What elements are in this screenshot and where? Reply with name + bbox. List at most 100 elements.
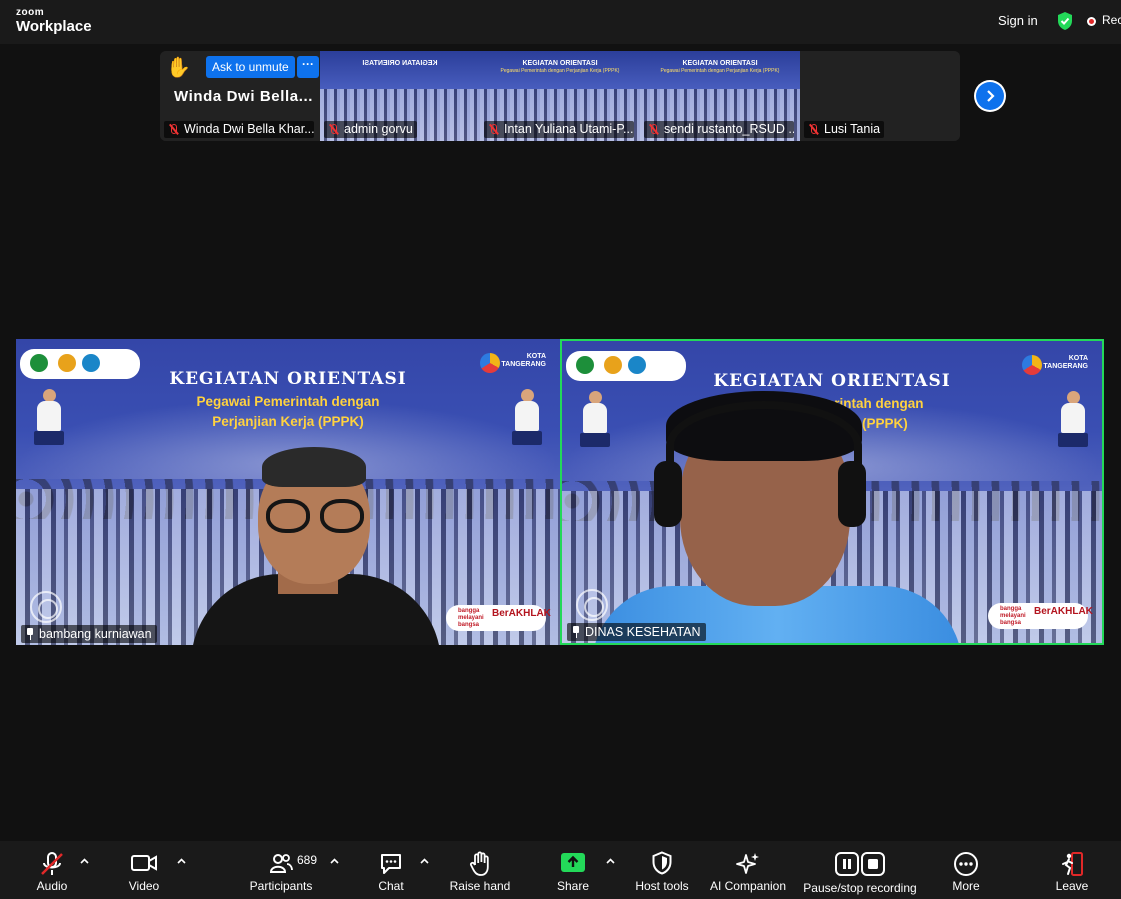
host-tools-shield-icon: [652, 851, 672, 875]
participant-name-label: admin gorvu: [324, 121, 417, 138]
participant-name: DINAS KESEHATAN: [585, 625, 701, 639]
participant-tile[interactable]: Lusi Tania: [800, 51, 960, 141]
sign-in-link[interactable]: Sign in: [998, 13, 1038, 28]
more-button[interactable]: More: [936, 841, 996, 899]
chevron-right-icon: [987, 90, 995, 102]
video-camera-icon: [131, 855, 157, 871]
ask-to-unmute-button[interactable]: Ask to unmute: [206, 56, 295, 78]
video-tile-dinas-kesehatan[interactable]: KOTATANGERANG KEGIATAN ORIENTASI Pegawai…: [560, 339, 1104, 645]
security-shield-icon[interactable]: [1056, 11, 1074, 31]
next-page-button[interactable]: [974, 80, 1006, 112]
chat-bubble-icon: [381, 854, 401, 874]
participant-name-label: sendi rustanto_RSUD ...: [644, 121, 794, 138]
raised-hand-icon: ✋: [166, 57, 191, 79]
participant-tile[interactable]: KEGIATAN ORIENTASI Pegawai Pemerintah de…: [480, 51, 640, 141]
chat-button[interactable]: Chat: [361, 841, 421, 899]
chat-label: Chat: [378, 879, 404, 893]
leave-button[interactable]: Leave: [1042, 841, 1102, 899]
glasses-left: [266, 499, 310, 533]
audio-label: Audio: [36, 879, 68, 893]
headset-ear-right: [838, 461, 866, 527]
host-tools-button[interactable]: Host tools: [628, 841, 696, 899]
official-portrait: [512, 387, 542, 449]
slide-subtitle-line1: Pegawai Pemerintah dengan: [196, 394, 380, 409]
participant-name: Intan Yuliana Utami-P...: [504, 122, 634, 136]
ring-logo-icon: [30, 591, 62, 623]
participant-name-label: Winda Dwi Bella Khar...: [164, 121, 314, 138]
slide-title: KEGIATAN ORIENTASI: [169, 369, 407, 389]
gallery-strip: ✋ Ask to unmute ··· Winda Dwi Bella... W…: [160, 51, 960, 141]
headset-ear-left: [654, 461, 682, 527]
participants-count: 689: [297, 853, 318, 867]
leave-exit-icon: [1062, 852, 1083, 876]
raise-hand-icon: [470, 851, 489, 876]
muted-mic-icon: [168, 124, 179, 135]
official-portrait: [34, 387, 64, 449]
berakhlak-badge: bangga melayani bangsa BerAKHLAK: [988, 603, 1093, 629]
video-button[interactable]: Video: [114, 841, 174, 899]
pin-icon: [25, 628, 35, 640]
mini-slide-title: KEGIATAN ORIENTASI: [522, 60, 598, 67]
pause-stop-recording-icon: [835, 852, 885, 876]
muted-mic-icon: [328, 124, 339, 135]
participant-name: Lusi Tania: [824, 122, 881, 136]
ai-sparkle-icon: [736, 853, 759, 874]
participants-options-caret-icon[interactable]: [330, 857, 339, 866]
share-options-caret-icon[interactable]: [606, 857, 615, 866]
zoom-workplace-logo: zoom Workplace: [16, 7, 92, 35]
muted-mic-icon: [808, 124, 819, 135]
speaker-layer: [562, 341, 1102, 643]
kota-line1: KOTA: [526, 353, 546, 360]
glasses-right: [320, 499, 364, 533]
participants-button[interactable]: Participants: [246, 841, 316, 899]
video-label: Video: [128, 879, 160, 893]
participant-name: sendi rustanto_RSUD ...: [664, 122, 794, 136]
participant-name-label: Lusi Tania: [804, 121, 885, 138]
ai-companion-label: AI Companion: [709, 879, 787, 893]
participant-tile[interactable]: KEGIATAN ORIENTASI admin gorvu: [320, 51, 480, 141]
mini-slide-subtitle: Pegawai Pemerintah dengan Perjanjian Ker…: [500, 68, 620, 74]
badge-small-text: bangga melayani bangsa: [458, 608, 484, 628]
slide-subtitle-line2: Perjanjian Kerja (PPPK): [212, 414, 364, 429]
raise-hand-button[interactable]: Raise hand: [444, 841, 516, 899]
leave-label: Leave: [1055, 879, 1089, 893]
headset-band: [666, 401, 862, 491]
participant-tile[interactable]: KEGIATAN ORIENTASI Pegawai Pemerintah de…: [640, 51, 800, 141]
participant-tile[interactable]: ✋ Ask to unmute ··· Winda Dwi Bella... W…: [160, 51, 320, 141]
featured-participant-name: Winda Dwi Bella...: [174, 88, 314, 105]
participant-name: bambang kurniawan: [39, 627, 152, 641]
share-button[interactable]: Share: [543, 841, 603, 899]
video-options-caret-icon[interactable]: [177, 857, 186, 866]
participants-icon: [269, 854, 293, 873]
kota-line2: TANGERANG: [501, 361, 546, 368]
badge-big-text: BerAKHLAK: [492, 608, 551, 619]
muted-microphone-icon: [41, 852, 63, 875]
more-ellipsis-icon: [954, 852, 978, 876]
recording-label: Pause/stop recording: [803, 881, 917, 895]
ring-logo-icon: [576, 589, 608, 621]
participant-name: admin gorvu: [344, 122, 413, 136]
badge-small-text: bangga melayani bangsa: [1000, 606, 1026, 626]
chat-options-caret-icon[interactable]: [420, 857, 429, 866]
video-name-label: DINAS KESEHATAN: [567, 623, 706, 641]
share-screen-icon: [561, 853, 585, 872]
host-tools-label: Host tools: [635, 879, 689, 893]
badge-big-text: BerAKHLAK: [1034, 606, 1093, 617]
slide-subtitle: Pegawai Pemerintah dengan Perjanjian Kerj…: [16, 392, 560, 432]
muted-mic-icon: [488, 124, 499, 135]
audio-options-caret-icon[interactable]: [80, 857, 89, 866]
logo-line1: zoom: [16, 7, 45, 18]
more-label: More: [952, 879, 980, 893]
share-label: Share: [556, 879, 590, 893]
recording-status[interactable]: Rec: [1102, 13, 1121, 27]
pause-stop-recording-button[interactable]: Pause/stop recording: [800, 841, 920, 899]
berakhlak-badge: bangga melayani bangsa BerAKHLAK: [446, 605, 551, 631]
more-options-button[interactable]: ···: [297, 56, 319, 78]
ai-companion-button[interactable]: AI Companion: [706, 841, 790, 899]
audio-button[interactable]: Audio: [22, 841, 82, 899]
recording-dot-icon: [1087, 17, 1096, 26]
participant-name: Winda Dwi Bella Khar...: [184, 122, 314, 136]
video-tile-bambang[interactable]: KOTA TANGERANG KEGIATAN ORIENTASI Pegawai…: [16, 339, 560, 645]
raise-hand-label: Raise hand: [449, 879, 511, 893]
pin-icon: [571, 626, 581, 638]
